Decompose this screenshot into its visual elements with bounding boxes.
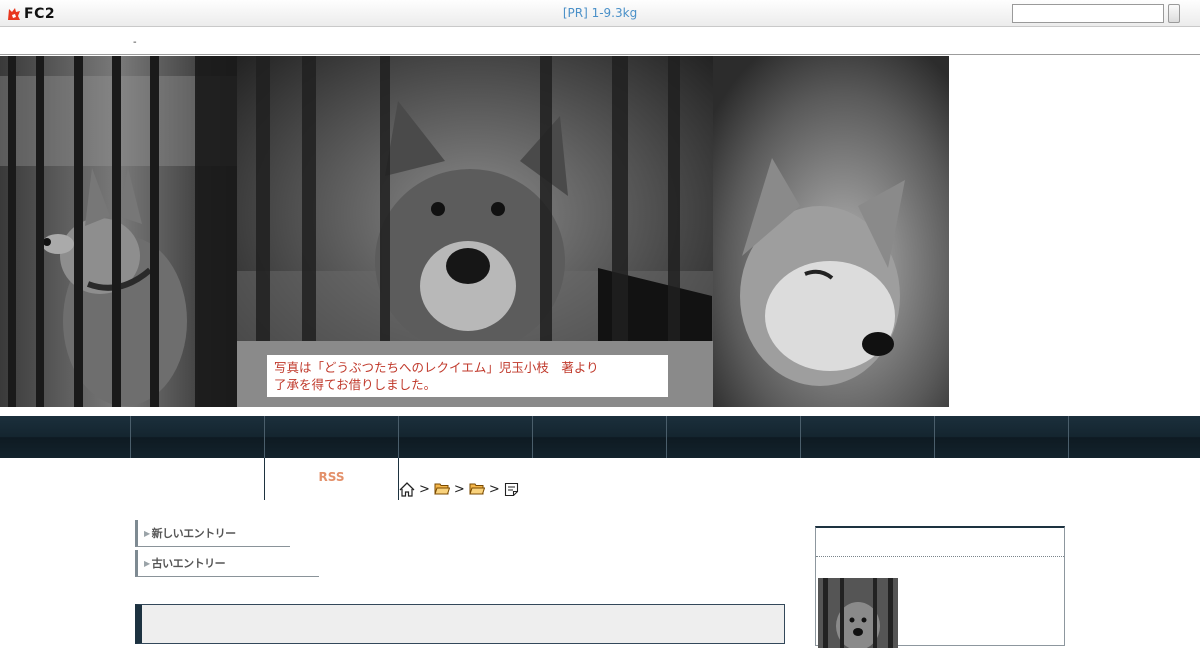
breadcrumb-separator: > bbox=[488, 481, 500, 497]
search-input[interactable] bbox=[1012, 4, 1164, 23]
rss-link[interactable]: RSS bbox=[264, 470, 399, 484]
home-icon[interactable] bbox=[399, 481, 415, 497]
nav-item-3[interactable] bbox=[398, 416, 532, 458]
older-entry-link[interactable]: ▶ 古いエントリー bbox=[135, 550, 319, 577]
main-nav-bar bbox=[0, 416, 1200, 458]
folder-icon[interactable] bbox=[434, 482, 450, 496]
triangle-right-icon: ▶ bbox=[144, 528, 150, 538]
banner-caption-line2: 了承を得てお借りしました。 bbox=[274, 377, 436, 392]
nav-item-1[interactable] bbox=[130, 416, 264, 458]
sidebar-profile-box bbox=[815, 526, 1065, 648]
banner-caption-line1: 写真は「どうぶつたちへのレクイエム」児玉小枝 著より bbox=[274, 360, 599, 375]
header-banner: 写真は「どうぶつたちへのレクイエム」児玉小枝 著より 了承を得てお借りしました。 bbox=[0, 56, 949, 407]
document-icon[interactable] bbox=[504, 482, 519, 497]
breadcrumb: > > > bbox=[399, 481, 519, 497]
blog-title[interactable]: - bbox=[133, 37, 137, 48]
breadcrumb-separator: > bbox=[419, 481, 430, 497]
nav-item-6[interactable] bbox=[800, 416, 934, 458]
pr-ad-link[interactable]: [PR] 1-9.3kg bbox=[563, 6, 637, 20]
nav-item-4[interactable] bbox=[532, 416, 666, 458]
breadcrumb-separator: > bbox=[453, 481, 465, 497]
search-button[interactable] bbox=[1168, 4, 1180, 23]
blog-title-area: - bbox=[0, 28, 1200, 55]
profile-thumbnail[interactable] bbox=[818, 578, 898, 648]
shiba-dogs-photo: 写真は「どうぶつたちへのレクイエム」児玉小枝 著より 了承を得てお借りしました。 bbox=[0, 56, 949, 407]
newer-entry-link[interactable]: ▶ 新しいエントリー bbox=[135, 520, 290, 547]
fc2-toolbar: FC2 [PR] 1-9.3kg bbox=[0, 0, 1200, 27]
older-entry-label: 古いエントリー bbox=[151, 557, 226, 570]
nav-item-7[interactable] bbox=[934, 416, 1068, 458]
entry-title-box bbox=[135, 604, 785, 644]
triangle-right-icon: ▶ bbox=[144, 558, 150, 568]
sidebar-divider bbox=[816, 556, 1064, 557]
newer-entry-label: 新しいエントリー bbox=[151, 527, 237, 540]
nav-item-5[interactable] bbox=[666, 416, 800, 458]
folder-icon[interactable] bbox=[469, 482, 485, 496]
nav-item-8[interactable] bbox=[1068, 416, 1200, 458]
nav-item-2[interactable] bbox=[264, 416, 398, 458]
